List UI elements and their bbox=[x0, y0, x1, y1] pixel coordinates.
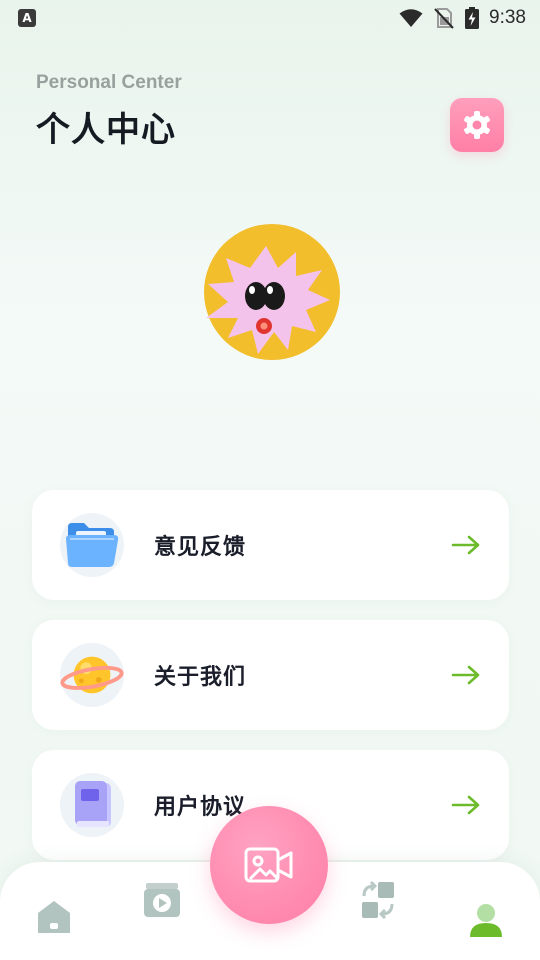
folder-icon bbox=[60, 513, 124, 577]
planet-icon bbox=[60, 643, 124, 707]
record-button[interactable] bbox=[210, 806, 328, 924]
avatar[interactable] bbox=[196, 222, 346, 372]
record-camera-icon bbox=[244, 847, 293, 883]
sim-off-icon bbox=[434, 8, 454, 29]
a-letter-icon: A bbox=[18, 9, 36, 27]
menu-item-label: 意见反馈 bbox=[154, 535, 247, 560]
battery-charging-icon bbox=[465, 7, 480, 29]
status-time: 9:38 bbox=[489, 7, 526, 28]
convert-icon bbox=[362, 880, 394, 920]
arrow-right-icon bbox=[451, 534, 481, 556]
menu-item-label: 关于我们 bbox=[154, 665, 247, 690]
video-player-icon bbox=[144, 883, 180, 917]
menu-item-feedback[interactable]: 意见反馈 bbox=[32, 490, 509, 600]
profile-icon bbox=[470, 904, 502, 937]
wifi-icon bbox=[399, 9, 423, 27]
menu-item-label: 用户协议 bbox=[154, 795, 247, 820]
status-bar: A 9:38 bbox=[0, 0, 540, 36]
home-icon bbox=[38, 901, 70, 933]
nav-video[interactable] bbox=[138, 876, 186, 924]
nav-home[interactable] bbox=[30, 896, 78, 936]
settings-gear-icon bbox=[464, 111, 490, 139]
notebook-icon bbox=[60, 773, 124, 837]
page-title: 个人中心 bbox=[36, 110, 176, 150]
arrow-right-icon bbox=[451, 794, 481, 816]
settings-button[interactable] bbox=[450, 98, 504, 152]
arrow-right-icon bbox=[451, 664, 481, 686]
page-subtitle: Personal Center bbox=[36, 72, 182, 93]
nav-profile[interactable] bbox=[462, 900, 510, 940]
menu-item-about[interactable]: 关于我们 bbox=[32, 620, 509, 730]
nav-convert[interactable] bbox=[354, 876, 402, 924]
